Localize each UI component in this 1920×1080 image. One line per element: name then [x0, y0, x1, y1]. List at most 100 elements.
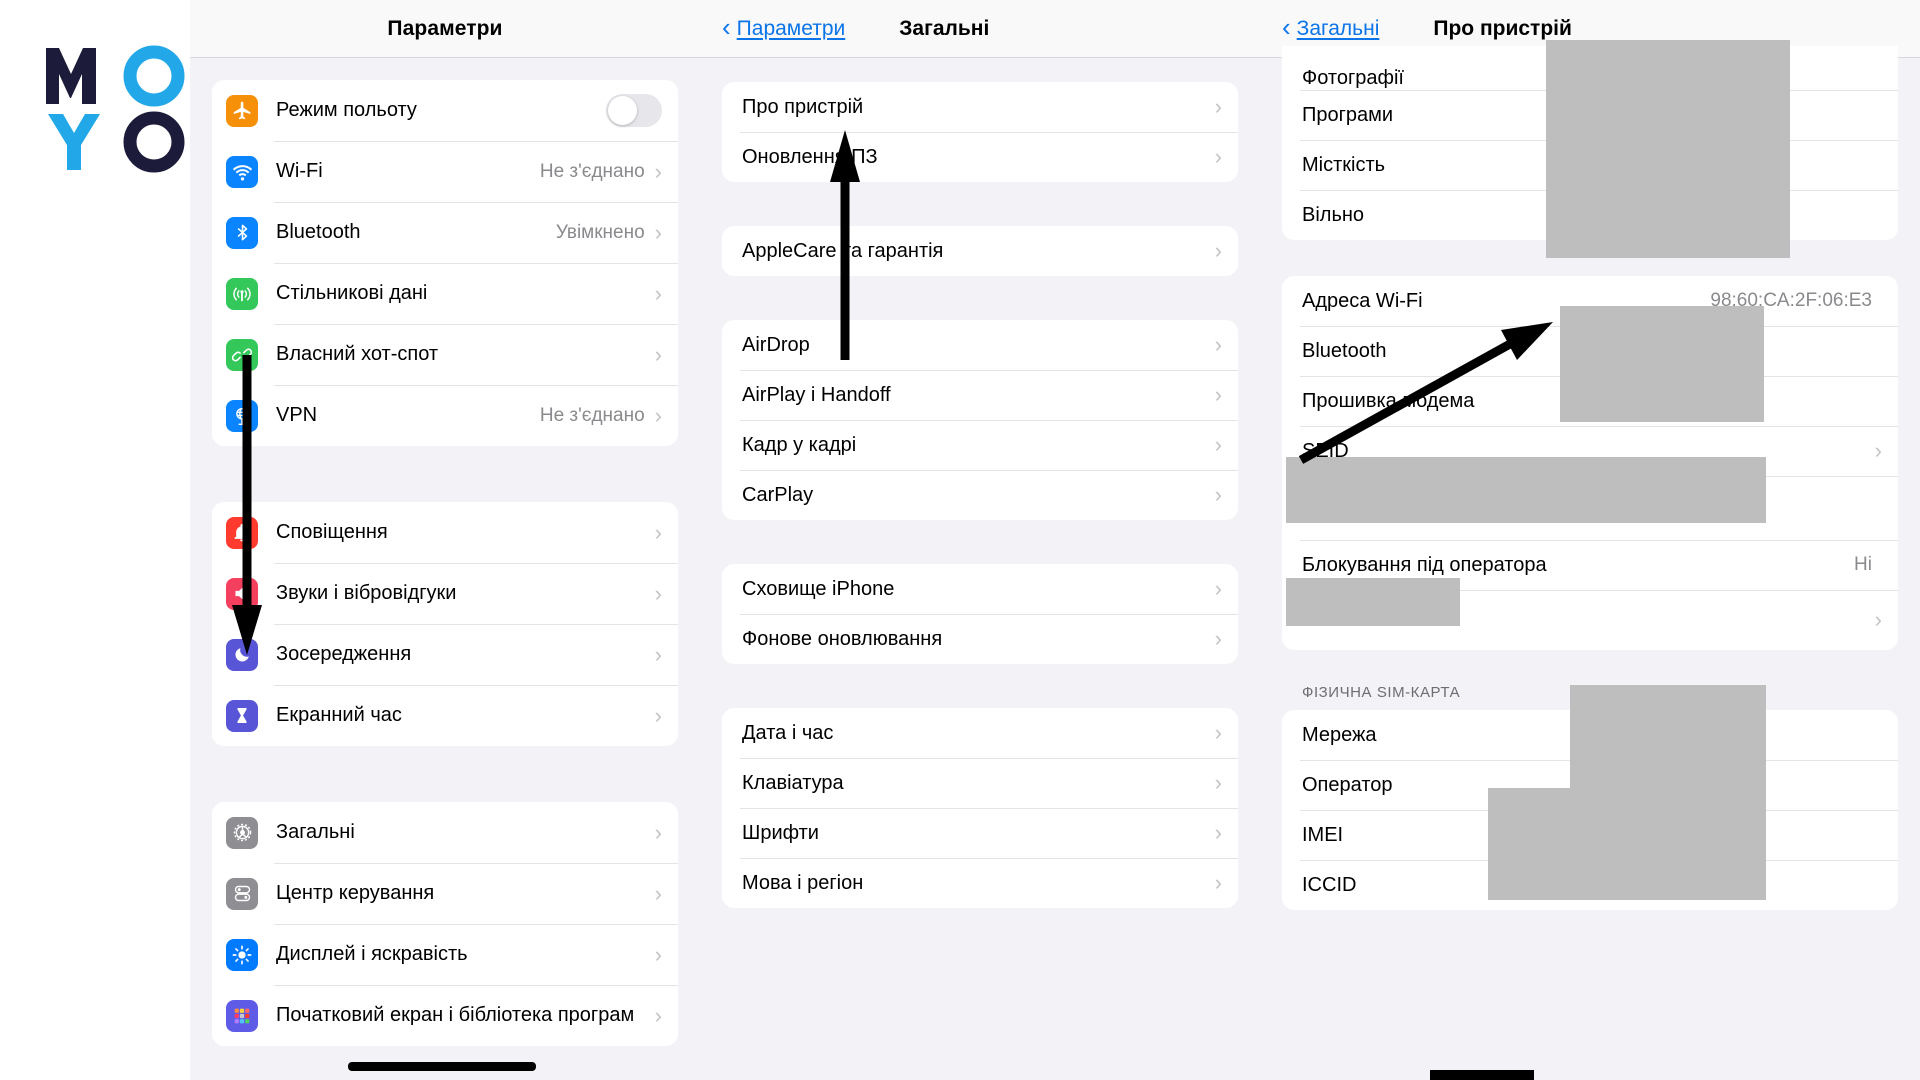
- chevron-right-icon: ›: [654, 819, 662, 845]
- chevron-right-icon: ›: [654, 280, 662, 306]
- left-navbar: Параметри: [190, 0, 700, 58]
- back-button-label: Параметри: [736, 16, 846, 40]
- mid-item-airplay-handoff[interactable]: AirPlay і Handoff ›: [722, 370, 1238, 420]
- redaction-block-imei: [1488, 788, 1766, 900]
- chevron-right-icon: ›: [654, 402, 662, 428]
- back-button-label: Загальні: [1296, 16, 1380, 40]
- wifi-status-value: Не з'єднано: [539, 160, 645, 182]
- sidebar-item-cellular[interactable]: Стільникові дані ›: [212, 263, 678, 324]
- sidebar-item-focus[interactable]: Зосередження ›: [212, 624, 678, 685]
- wifi-icon: [226, 155, 258, 188]
- sidebar-item-display[interactable]: Дисплей і яскравість ›: [212, 924, 678, 985]
- sidebar-item-label: Загальні: [276, 821, 355, 844]
- mid-item-language-region[interactable]: Мова і регіон ›: [722, 858, 1238, 908]
- airdrop-group: AirDrop › AirPlay і Handoff › Кадр у кад…: [722, 320, 1238, 520]
- chevron-right-icon: ›: [654, 1002, 662, 1028]
- mid-item-keyboard[interactable]: Клавіатура ›: [722, 758, 1238, 808]
- mid-item-airdrop[interactable]: AirDrop ›: [722, 320, 1238, 370]
- sidebar-item-bluetooth[interactable]: Bluetooth Увімкнено ›: [212, 202, 678, 263]
- sidebar-item-notifications[interactable]: Сповіщення ›: [212, 502, 678, 563]
- chevron-right-icon: ›: [1214, 482, 1222, 507]
- mid-item-label: AirDrop: [742, 333, 810, 356]
- carrier-lock-value: Ні: [1854, 554, 1872, 575]
- chevron-right-icon: ›: [1874, 607, 1882, 632]
- mid-navbar: ‹ Параметри Загальні: [700, 0, 1260, 58]
- mid-item-label: CarPlay: [742, 483, 814, 506]
- sidebar-item-label: Дисплей і яскравість: [276, 943, 468, 966]
- chevron-right-icon: ›: [654, 702, 662, 728]
- sidebar-item-label: Звуки і вібровідгуки: [276, 582, 457, 605]
- mid-item-about[interactable]: Про пристрій ›: [722, 82, 1238, 132]
- sidebar-item-airplane-mode[interactable]: Режим польоту: [212, 80, 678, 141]
- control-center-icon: [226, 877, 258, 910]
- mid-item-label: Фонове оновлювання: [742, 627, 943, 650]
- chevron-right-icon: ›: [654, 158, 662, 184]
- notifications-group: Сповіщення › Звуки і вібровідгуки › Зосе…: [212, 502, 678, 746]
- back-to-general-button[interactable]: ‹ Загальні: [1282, 14, 1380, 41]
- chevron-right-icon: ›: [654, 880, 662, 906]
- mid-item-fonts[interactable]: Шрифти ›: [722, 808, 1238, 858]
- chevron-right-icon: ›: [1214, 720, 1222, 745]
- moyo-logo: [42, 38, 192, 178]
- mid-item-picture-in-picture[interactable]: Кадр у кадрі ›: [722, 420, 1238, 470]
- mid-item-label: Сховище iPhone: [742, 577, 895, 600]
- sidebar-item-label: Bluetooth: [276, 221, 361, 244]
- left-panel-title: Параметри: [387, 16, 503, 40]
- left-scroll-area[interactable]: Режим польоту Wi-Fi Не з'єднано › Blueto…: [190, 58, 700, 1046]
- chevron-right-icon: ›: [1874, 438, 1882, 463]
- screenshot-root: Параметри Режим польоту Wi-Fi Не з'єднан…: [0, 0, 1920, 1080]
- sidebar-item-general[interactable]: Загальні ›: [212, 802, 678, 863]
- cellular-icon: [226, 277, 258, 310]
- mid-item-background-refresh[interactable]: Фонове оновлювання ›: [722, 614, 1238, 664]
- about-group: Про пристрій › Оновлення ПЗ ›: [722, 82, 1238, 182]
- mid-item-carplay[interactable]: CarPlay ›: [722, 470, 1238, 520]
- chevron-right-icon: ›: [1214, 144, 1222, 169]
- hourglass-icon: [226, 699, 258, 732]
- redaction-block-storage: [1546, 40, 1790, 258]
- storage-group: Сховище iPhone › Фонове оновлювання ›: [722, 564, 1238, 664]
- speaker-icon: [226, 577, 258, 610]
- airplane-mode-toggle[interactable]: [606, 94, 662, 127]
- bluetooth-status-value: Увімкнено: [555, 221, 645, 243]
- sidebar-item-sounds[interactable]: Звуки і вібровідгуки ›: [212, 563, 678, 624]
- sidebar-item-hotspot[interactable]: Власний хот-спот ›: [212, 324, 678, 385]
- redaction-block-bluetooth: [1560, 306, 1764, 422]
- chevron-right-icon: ›: [1214, 820, 1222, 845]
- redaction-block-seid: [1286, 457, 1766, 523]
- mid-item-software-update[interactable]: Оновлення ПЗ ›: [722, 132, 1238, 182]
- chevron-right-icon: ›: [1214, 332, 1222, 357]
- sidebar-item-control-center[interactable]: Центр керування ›: [212, 863, 678, 924]
- sidebar-item-home-screen[interactable]: Початковий екран і бібліотека програм ›: [212, 985, 678, 1046]
- back-to-settings-button[interactable]: ‹ Параметри: [722, 14, 846, 41]
- sidebar-item-label: Режим польоту: [276, 99, 417, 122]
- moon-icon: [226, 638, 258, 671]
- about-row-label: Блокування під оператора: [1302, 553, 1547, 576]
- chevron-right-icon: ›: [654, 580, 662, 606]
- bell-icon: [226, 516, 258, 549]
- mid-item-date-time[interactable]: Дата і час ›: [722, 708, 1238, 758]
- general-group: Загальні › Центр керування › Дисплей і я…: [212, 802, 678, 1046]
- mid-scroll-area[interactable]: Про пристрій › Оновлення ПЗ › AppleCare …: [700, 58, 1260, 908]
- mid-item-label: Кадр у кадрі: [742, 433, 857, 456]
- sidebar-item-screen-time[interactable]: Екранний час ›: [212, 685, 678, 746]
- chevron-right-icon: ›: [654, 219, 662, 245]
- mid-item-applecare[interactable]: AppleCare та гарантія ›: [722, 226, 1238, 276]
- sidebar-item-wifi[interactable]: Wi-Fi Не з'єднано ›: [212, 141, 678, 202]
- mid-item-iphone-storage[interactable]: Сховище iPhone ›: [722, 564, 1238, 614]
- bluetooth-icon: [226, 216, 258, 249]
- mid-item-label: AirPlay і Handoff: [742, 383, 891, 406]
- applecare-group: AppleCare та гарантія ›: [722, 226, 1238, 276]
- sidebar-item-label: Власний хот-спот: [276, 343, 439, 366]
- sidebar-item-label: Центр керування: [276, 882, 435, 905]
- sidebar-item-label: VPN: [276, 404, 318, 427]
- vpn-status-value: Не з'єднано: [539, 404, 645, 426]
- general-settings-panel: ‹ Параметри Загальні Про пристрій › Онов…: [700, 0, 1260, 1080]
- gear-icon: [226, 816, 258, 849]
- mid-item-label: Оновлення ПЗ: [742, 145, 878, 168]
- sidebar-item-label: Стільникові дані: [276, 282, 428, 305]
- chevron-right-icon: ›: [1214, 238, 1222, 263]
- datetime-group: Дата і час › Клавіатура › Шрифти › Мова …: [722, 708, 1238, 908]
- sidebar-item-vpn[interactable]: VPN Не з'єднано ›: [212, 385, 678, 446]
- mid-item-label: Мова і регіон: [742, 871, 864, 894]
- sidebar-item-label: Сповіщення: [276, 521, 388, 544]
